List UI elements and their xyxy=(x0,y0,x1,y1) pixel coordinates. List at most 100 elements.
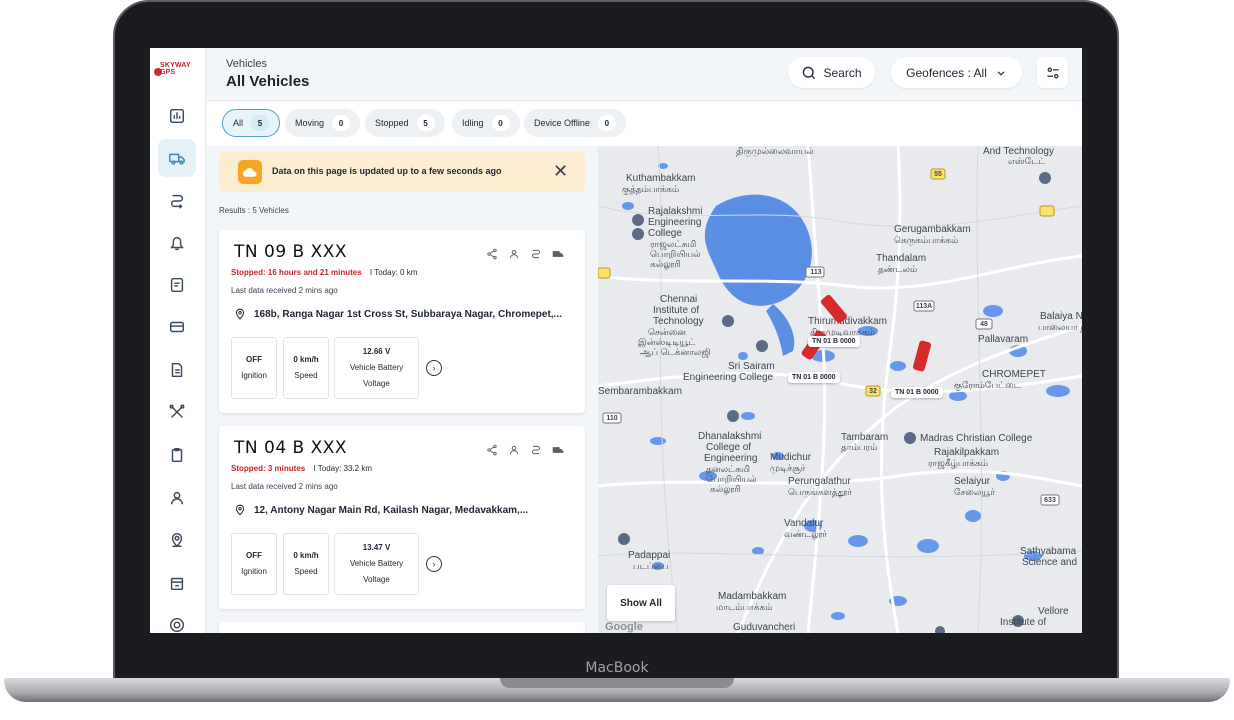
chart-icon xyxy=(169,108,185,124)
map-place-label: CHROMEPET xyxy=(982,369,1046,380)
nav-tools[interactable] xyxy=(158,393,196,431)
today-distance: I Today: 0 km xyxy=(369,268,418,277)
google-logo: Google xyxy=(605,621,643,633)
map-place-label: Technology xyxy=(653,316,704,327)
tab-device-offline[interactable]: Device Offline 0 xyxy=(524,109,626,137)
page-title: All Vehicles xyxy=(226,73,310,90)
tab-count: 0 xyxy=(597,115,616,131)
tab-all[interactable]: All 5 xyxy=(222,109,281,137)
nav-users[interactable] xyxy=(158,479,196,517)
route-shield-label: 113A xyxy=(915,303,933,310)
page-header: Vehicles All Vehicles Search Geofences :… xyxy=(207,48,1082,101)
nav-documents[interactable] xyxy=(158,351,196,389)
tab-moving[interactable]: Moving 0 xyxy=(285,109,361,137)
map-place-label: திருமுல்லைவாயல் xyxy=(736,146,814,156)
nav-routes[interactable] xyxy=(158,182,196,220)
map-place-label: Pallavaram xyxy=(978,334,1029,345)
ignition-label: Ignition xyxy=(241,371,267,380)
map-place-label: Balaiya Na xyxy=(1040,311,1082,322)
nav-geofences[interactable] xyxy=(158,521,196,559)
tab-count: 0 xyxy=(332,115,351,131)
map-place-label: Institute of xyxy=(653,305,700,316)
route-icon[interactable] xyxy=(530,248,542,260)
stopped-duration: Stopped: 16 hours and 21 minutes xyxy=(231,268,362,277)
clipboard-icon xyxy=(171,447,183,463)
nav-dashboard[interactable] xyxy=(158,97,196,135)
address-text: 168b, Ranga Nagar 1st Cross St, Subbaray… xyxy=(254,308,562,320)
map-view[interactable]: திருமுல்லைவாயல் Kuthambakkam குத்தம்பாக்… xyxy=(598,146,1082,633)
battery-value: 13.47 V xyxy=(362,543,391,552)
map-place-label: குரோம்பேட்டை xyxy=(954,380,1021,390)
vehicle-map-tag[interactable]: TN 01 B 0000 xyxy=(808,336,860,347)
share-icon[interactable] xyxy=(486,444,498,456)
route-shield-label: 55 xyxy=(934,171,942,178)
driver-icon[interactable] xyxy=(508,248,520,260)
map-place-label: College xyxy=(648,228,682,239)
share-icon[interactable] xyxy=(486,248,498,260)
vehicle-card[interactable]: TN 04 B XXX Stopped: 3 minutes I Today: … xyxy=(219,426,585,609)
tab-count: 5 xyxy=(251,115,270,131)
vehicle-card[interactable]: TN 09 B XXX Stopped: 16 hours and 21 min… xyxy=(219,230,585,413)
cloud-sync-icon xyxy=(238,160,262,184)
chevron-right-icon[interactable]: › xyxy=(426,556,442,572)
truck-icon[interactable] xyxy=(552,248,564,260)
map-place-label: Chennai xyxy=(660,294,698,305)
map-place-label: குத்தம்பாக்கம் xyxy=(622,184,680,194)
battery-value: 12.66 V xyxy=(362,347,391,356)
geofence-dropdown[interactable]: Geofences : All xyxy=(891,57,1022,88)
tab-stopped[interactable]: Stopped 5 xyxy=(365,109,445,137)
map-place-label: Vellore xyxy=(1038,606,1069,617)
driver-icon[interactable] xyxy=(508,444,520,456)
nav-store[interactable] xyxy=(158,564,196,602)
vehicle-map-tag[interactable]: TN 01 B 0000 xyxy=(891,387,943,398)
truck-icon[interactable] xyxy=(552,444,564,456)
map-place-label: Rajakilpakkam xyxy=(934,447,1000,458)
nav-tasks[interactable] xyxy=(158,436,196,474)
battery-label-2: Voltage xyxy=(363,379,390,388)
vehicle-status: Stopped: 3 minutes I Today: 33.2 km xyxy=(231,464,372,473)
nav-reports[interactable] xyxy=(158,266,196,304)
route-shield-label: 48 xyxy=(980,321,988,328)
vehicle-map-tag[interactable]: TN 01 B 0000 xyxy=(788,372,840,383)
notice-text: Data on this page is updated up to a few… xyxy=(272,166,502,176)
vehicle-list-panel: Data on this page is updated up to a few… xyxy=(207,146,598,633)
geofence-label: Geofences : All xyxy=(906,65,987,80)
address-text: 12, Antony Nagar Main Rd, Kailash Nagar,… xyxy=(254,504,529,516)
chevron-right-icon[interactable]: › xyxy=(426,360,442,376)
nav-settings[interactable] xyxy=(158,606,196,633)
pin-icon xyxy=(235,308,245,320)
speed-stat: 0 km/h Speed xyxy=(283,533,329,595)
bell-icon xyxy=(170,236,184,251)
map-place-label: கெருகம்பாக்கம் xyxy=(894,235,959,245)
route-icon[interactable] xyxy=(530,444,542,456)
user-icon xyxy=(170,491,184,505)
last-data-received: Last data received 2 mins ago xyxy=(231,286,338,295)
map-place-label: Engineering College xyxy=(683,372,774,383)
map-place-label: எஸ்டேட் xyxy=(1008,156,1046,166)
map-place-label: ராஜகீழ்பாக்கம் xyxy=(928,458,989,468)
map-place-label: Padappai xyxy=(628,550,671,561)
speed-value: 0 km/h xyxy=(293,551,319,560)
breadcrumb[interactable]: Vehicles xyxy=(226,58,267,70)
map-place-label: Sembarambakkam xyxy=(598,386,682,397)
close-icon[interactable]: ✕ xyxy=(553,162,568,180)
tab-idling[interactable]: Idling 0 xyxy=(452,109,520,137)
filter-button[interactable] xyxy=(1037,57,1068,88)
nav-vehicles[interactable] xyxy=(158,139,196,177)
show-all-button[interactable]: Show All xyxy=(607,585,675,621)
map-place-label: சேலையூர் xyxy=(954,487,995,497)
ignition-label: Ignition xyxy=(241,567,267,576)
map-place-label: தண்டலம் xyxy=(878,264,918,274)
sidebar: SKYWAY GPS xyxy=(150,48,206,633)
report-icon xyxy=(170,277,184,293)
map-place-label: கல்லூரி xyxy=(710,484,741,494)
nav-billing[interactable] xyxy=(158,308,196,346)
map-place-label: Rajalakshmi xyxy=(648,206,703,217)
app-logo[interactable]: SKYWAY GPS xyxy=(152,62,204,92)
vehicle-card[interactable] xyxy=(219,622,585,633)
vehicle-address: 12, Antony Nagar Main Rd, Kailash Nagar,… xyxy=(234,504,528,516)
tools-icon xyxy=(169,404,185,418)
map-place-label: கல்லூரி xyxy=(650,259,681,269)
nav-alerts[interactable] xyxy=(158,224,196,262)
search-button[interactable]: Search xyxy=(788,57,875,88)
